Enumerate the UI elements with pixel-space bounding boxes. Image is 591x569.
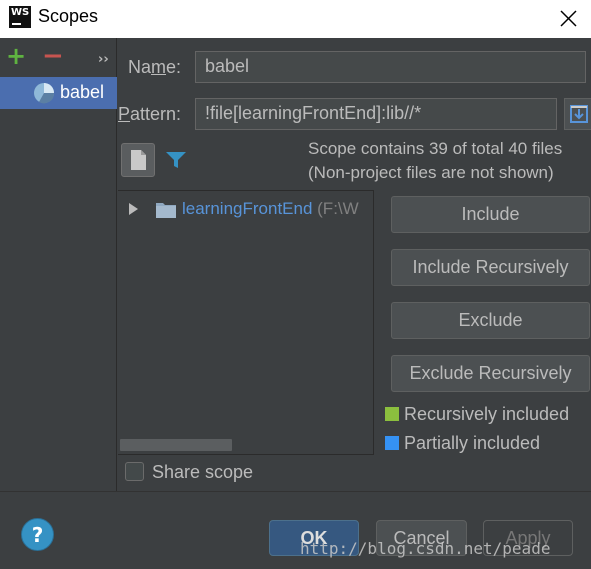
minus-icon[interactable]: − — [42, 43, 64, 69]
include-button[interactable]: Include — [391, 196, 590, 233]
pattern-browse-button[interactable] — [564, 98, 591, 130]
share-scope-checkbox[interactable]: Share scope — [125, 462, 253, 483]
exclude-button[interactable]: Exclude — [391, 302, 590, 339]
legend-partially-included: Partially included — [385, 433, 540, 454]
title-bar: WS Scopes — [0, 0, 591, 38]
scope-list-pane: + − ›› babel — [0, 38, 117, 491]
file-view-toggle-button[interactable] — [121, 143, 155, 177]
name-input[interactable]: babel — [195, 51, 586, 83]
webstorm-logo-icon: WS — [9, 6, 31, 28]
double-chevron-right-icon[interactable]: ›› — [98, 50, 109, 70]
scope-list-item[interactable]: babel — [0, 77, 117, 109]
name-label: Name: — [128, 57, 182, 77]
folder-icon — [156, 203, 176, 218]
horizontal-scrollbar[interactable] — [120, 439, 232, 451]
pattern-input[interactable]: !file[learningFrontEnd]:lib//* — [195, 98, 557, 130]
help-button[interactable]: ? — [21, 518, 54, 551]
file-icon — [131, 150, 146, 170]
scope-count-text: Scope contains 39 of total 40 files — [308, 139, 563, 158]
expand-arrow-icon[interactable] — [126, 201, 140, 217]
green-swatch-icon — [385, 407, 399, 421]
checkbox-icon[interactable] — [125, 462, 144, 481]
filter-icon[interactable] — [165, 150, 187, 170]
project-tree[interactable]: learningFrontEnd (F:\W — [118, 190, 374, 455]
include-recursively-button[interactable]: Include Recursively — [391, 249, 590, 286]
dialog-button-bar: ? OK Cancel Apply http://blog.csdn.net/p… — [0, 491, 591, 569]
exclude-recursively-button[interactable]: Exclude Recursively — [391, 355, 590, 392]
scope-list-item-label: babel — [60, 82, 105, 102]
tree-node-label[interactable]: learningFrontEnd (F:\W — [182, 199, 359, 219]
plus-icon[interactable]: + — [6, 44, 26, 68]
window-title: Scopes — [38, 6, 99, 26]
blue-swatch-icon — [385, 436, 399, 450]
scope-pie-icon — [34, 83, 55, 104]
close-icon[interactable] — [553, 4, 583, 32]
watermark-text: http://blog.csdn.net/peade — [300, 539, 551, 558]
expand-field-icon — [570, 105, 588, 123]
legend-recursively-included: Recursively included — [385, 404, 569, 425]
non-project-note: (Non-project files are not shown) — [308, 163, 554, 182]
pattern-label: Pattern: — [118, 104, 182, 124]
